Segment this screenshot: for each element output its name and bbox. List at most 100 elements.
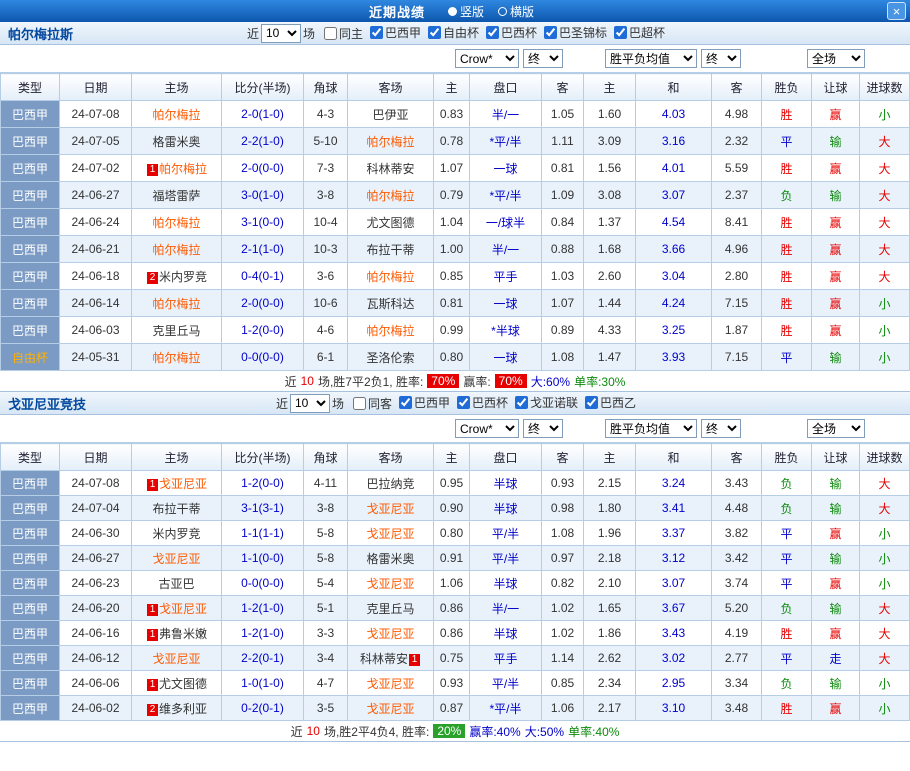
cell-date: 24-06-27 <box>60 546 132 571</box>
header-row: 类型日期主场比分(半场)角球客场主盘口客主和客胜负让球进球数 <box>1 444 910 471</box>
europe-odds-time-select[interactable]: 终 <box>701 419 741 438</box>
cell-handicap: 一球 <box>470 155 542 182</box>
bookmaker-select[interactable]: Crow* <box>455 49 519 68</box>
cell-goals: 小 <box>860 696 910 721</box>
cell-europe-home-odds: 2.17 <box>584 696 636 721</box>
cell-europe-draw-odds: 3.93 <box>636 344 712 371</box>
asia-odds-time-select[interactable]: 终 <box>523 419 563 438</box>
league-checkbox-input[interactable] <box>486 26 499 39</box>
league-checkbox[interactable]: 巴西甲 <box>370 24 421 41</box>
team-name: 戈亚尼亚 <box>366 627 414 641</box>
cell-away-team: 科林蒂安 <box>348 155 434 182</box>
league-checkbox[interactable]: 巴西杯 <box>486 24 537 41</box>
league-checkbox[interactable]: 巴西乙 <box>585 394 636 411</box>
europe-odds-type-select[interactable]: 胜平负均值 <box>605 419 697 438</box>
cell-handicap: 半球 <box>470 621 542 646</box>
cell-europe-home-odds: 2.34 <box>584 671 636 696</box>
match-row: 巴西甲24-07-04布拉干蒂3-1(3-1)3-8戈亚尼亚0.90半球0.98… <box>1 496 910 521</box>
team-name: 布拉干蒂 <box>366 243 414 257</box>
same-venue-checkbox[interactable]: 同客 <box>353 395 392 412</box>
league-checkbox-input[interactable] <box>544 26 557 39</box>
layout-radio-vertical[interactable]: 竖版 <box>448 3 484 20</box>
rank-badge: 1 <box>147 679 158 691</box>
cell-europe-draw-odds: 3.67 <box>636 596 712 621</box>
close-button[interactable]: × <box>887 2 906 20</box>
cell-score: 1-2(0-0) <box>222 471 304 496</box>
scope-select[interactable]: 全场 <box>807 49 865 68</box>
cell-score: 2-0(0-0) <box>222 155 304 182</box>
recent-count-select[interactable]: 10 <box>290 394 330 413</box>
cell-date: 24-06-23 <box>60 571 132 596</box>
summary-segment: 场,胜2平4负4, 胜率: <box>324 723 429 740</box>
layout-radio-horizontal[interactable]: 横版 <box>498 3 534 20</box>
cell-away-team: 帕尔梅拉 <box>348 182 434 209</box>
cell-europe-draw-odds: 2.95 <box>636 671 712 696</box>
same-venue-checkbox-input[interactable] <box>324 27 337 40</box>
scope-controls: 全场 <box>762 49 910 68</box>
cell-europe-home-odds: 1.47 <box>584 344 636 371</box>
radio-horizontal-label: 横版 <box>510 3 534 20</box>
cell-corner: 3-8 <box>304 182 348 209</box>
league-checkbox[interactable]: 戈亚诺联 <box>515 394 578 411</box>
cell-home-team: 1尤文图德 <box>132 671 222 696</box>
cell-europe-draw-odds: 3.41 <box>636 496 712 521</box>
league-checkbox-input[interactable] <box>428 26 441 39</box>
cell-away-team: 圣洛伦索 <box>348 344 434 371</box>
asia-odds-time-select[interactable]: 终 <box>523 49 563 68</box>
column-header-corner: 角球 <box>304 74 348 101</box>
cell-away-team: 瓦斯科达 <box>348 290 434 317</box>
cell-handicap: *平/半 <box>470 182 542 209</box>
same-venue-checkbox[interactable]: 同主 <box>324 25 363 42</box>
bookmaker-select[interactable]: Crow* <box>455 419 519 438</box>
league-checkbox-input[interactable] <box>399 396 412 409</box>
cell-handicap-result: 输 <box>812 496 860 521</box>
cell-goals: 大 <box>860 128 910 155</box>
summary-segment: 70% <box>427 374 459 388</box>
cell-asia-away-odds: 0.84 <box>542 209 584 236</box>
cell-type: 巴西甲 <box>1 155 60 182</box>
cell-goals: 大 <box>860 471 910 496</box>
summary-segment: 10 <box>301 374 314 388</box>
league-checkbox-input[interactable] <box>585 396 598 409</box>
cell-asia-away-odds: 1.09 <box>542 182 584 209</box>
league-checkbox-input[interactable] <box>370 26 383 39</box>
league-checkbox[interactable]: 巴西杯 <box>457 394 508 411</box>
summary-segment: 70% <box>495 374 527 388</box>
scope-select[interactable]: 全场 <box>807 419 865 438</box>
match-row: 巴西甲24-06-23古亚巴0-0(0-0)5-4戈亚尼亚1.06半球0.822… <box>1 571 910 596</box>
league-checkbox[interactable]: 巴圣锦标 <box>544 24 607 41</box>
column-header-asia-home: 主 <box>434 444 470 471</box>
league-checkbox[interactable]: 巴超杯 <box>614 24 665 41</box>
cell-home-team: 克里丘马 <box>132 317 222 344</box>
team-name: 戈亚尼亚 <box>152 652 200 666</box>
team-name: 格雷米奥 <box>152 135 200 149</box>
league-checkbox[interactable]: 巴西甲 <box>399 394 450 411</box>
cell-asia-home-odds: 0.99 <box>434 317 470 344</box>
league-checkbox-input[interactable] <box>457 396 470 409</box>
cell-type: 巴西甲 <box>1 263 60 290</box>
cell-asia-home-odds: 0.78 <box>434 128 470 155</box>
column-header-asia-away: 客 <box>542 74 584 101</box>
cell-corner: 5-1 <box>304 596 348 621</box>
cell-home-team: 帕尔梅拉 <box>132 344 222 371</box>
cell-europe-draw-odds: 4.01 <box>636 155 712 182</box>
cell-goals: 小 <box>860 546 910 571</box>
cell-handicap: 平/半 <box>470 671 542 696</box>
league-checkbox-input[interactable] <box>515 396 528 409</box>
cell-handicap: 半球 <box>470 496 542 521</box>
same-venue-checkbox-input[interactable] <box>353 397 366 410</box>
europe-odds-type-select[interactable]: 胜平负均值 <box>605 49 697 68</box>
team-name: 古亚巴 <box>158 577 194 591</box>
cell-handicap: *平/半 <box>470 696 542 721</box>
cell-date: 24-06-20 <box>60 596 132 621</box>
league-checkbox[interactable]: 自由杯 <box>428 24 479 41</box>
cell-result: 负 <box>762 671 812 696</box>
league-checkbox-input[interactable] <box>614 26 627 39</box>
europe-odds-time-select[interactable]: 终 <box>701 49 741 68</box>
cell-asia-away-odds: 1.06 <box>542 696 584 721</box>
cell-europe-draw-odds: 4.24 <box>636 290 712 317</box>
team-name: 帕尔梅拉 <box>159 162 207 176</box>
recent-count-select[interactable]: 10 <box>261 24 301 43</box>
cell-result: 平 <box>762 646 812 671</box>
league-label: 巴西甲 <box>385 24 421 41</box>
